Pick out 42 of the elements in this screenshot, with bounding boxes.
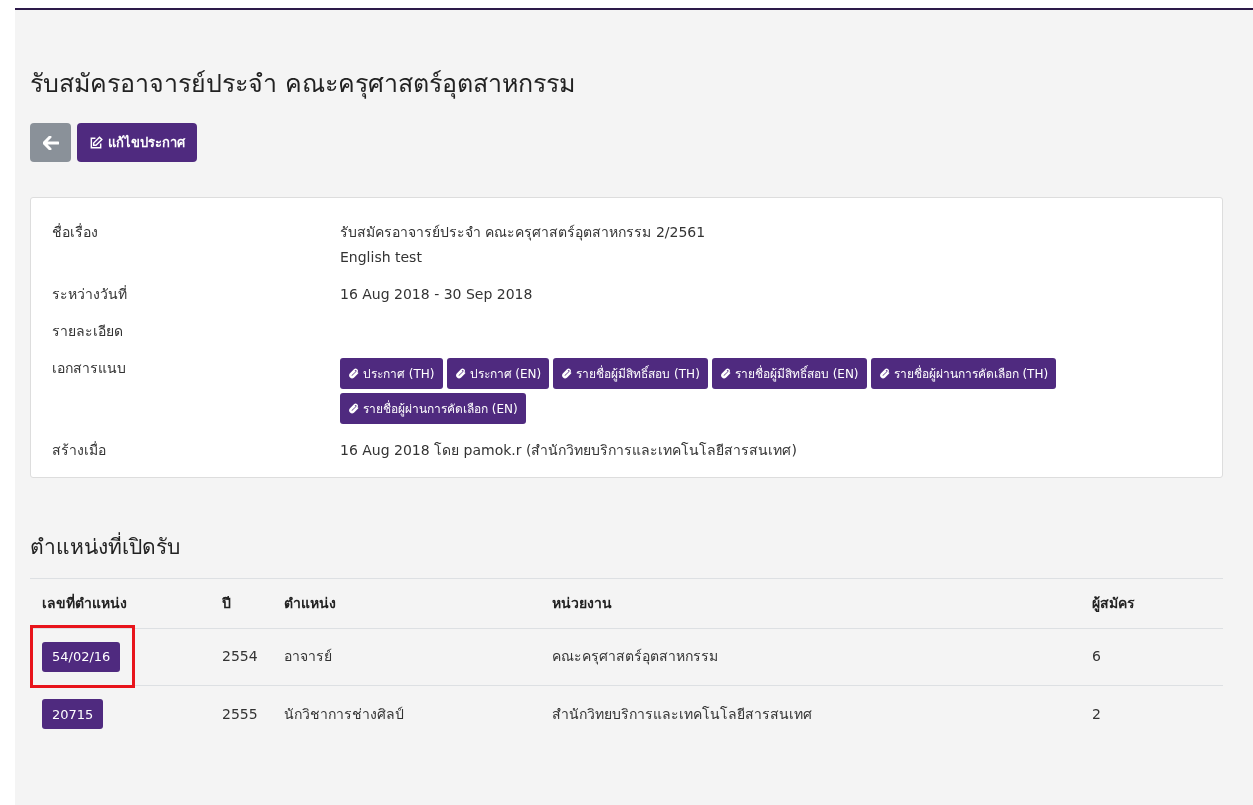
detail-value: 16 Aug 2018 - 30 Sep 2018 xyxy=(340,285,533,305)
detail-label: ชื่อเรื่อง xyxy=(52,222,99,243)
paperclip-icon xyxy=(454,368,466,380)
arrow-left-icon xyxy=(42,135,59,150)
column-header: หน่วยงาน xyxy=(552,594,612,611)
paperclip-icon xyxy=(561,368,573,380)
table-cell: สำนักวิทยบริการและเทคโนโลยีสารสนเทศ xyxy=(552,705,812,722)
paperclip-icon xyxy=(348,368,359,380)
position-number-button[interactable]: 20715 xyxy=(42,699,104,730)
edit-icon xyxy=(89,135,103,150)
attachment-link[interactable]: รายชื่อผู้ผ่านการคัดเลือก (EN) xyxy=(340,393,526,425)
detail-value: 16 Aug 2018 โดย pamok.r (สำนักวิทยบริการและเทคโนโลยีสารสนเทศ) xyxy=(340,441,797,461)
back-button[interactable] xyxy=(30,123,71,163)
column-header: ผู้สมัคร xyxy=(1092,594,1135,611)
table-cell: 2554 xyxy=(222,648,258,665)
table-cell: 2555 xyxy=(222,705,258,722)
table-cell: นักวิชาการช่างศิลป์ xyxy=(284,705,404,722)
detail-label: สร้างเมื่อ xyxy=(52,440,107,461)
detail-value: รับสมัครอาจารย์ประจำ คณะครุศาสตร์อุตสาหกรรม 2/2561 xyxy=(340,223,706,243)
attachment-link[interactable]: รายชื่อผู้มีสิทธิ์สอบ (EN) xyxy=(711,358,867,390)
table-cell: คณะครุศาสตร์อุตสาหกรรม xyxy=(552,648,718,665)
attachment-link[interactable]: รายชื่อผู้มีสิทธิ์สอบ (TH) xyxy=(553,358,708,390)
position-number-button[interactable]: 54/02/16 xyxy=(42,641,121,672)
attachment-link[interactable]: ประกาศ (EN) xyxy=(446,358,550,390)
detail-label: รายละเอียด xyxy=(52,322,124,342)
paperclip-icon xyxy=(348,403,359,415)
column-header: ตำแหน่ง xyxy=(284,594,336,611)
table-cell: 6 xyxy=(1092,648,1101,665)
table-cell: 2 xyxy=(1092,705,1101,722)
page-title: รับสมัครอาจารย์ประจำ คณะครุศาสตร์อุตสาหกรรม xyxy=(30,68,576,100)
attachment-link[interactable]: ประกาศ (TH) xyxy=(340,358,443,390)
detail-label: เอกสารแนบ xyxy=(52,359,127,379)
edit-announcement-button[interactable]: แก้ไขประกาศ xyxy=(77,123,197,163)
column-header: เลขที่ตำแหน่ง xyxy=(42,594,127,611)
paperclip-icon xyxy=(878,368,890,380)
detail-value: English test xyxy=(340,248,423,268)
column-header: ปี xyxy=(222,594,231,611)
table-cell: อาจารย์ xyxy=(284,648,332,665)
paperclip-icon xyxy=(719,368,731,380)
attachment-link[interactable]: รายชื่อผู้ผ่านการคัดเลือก (TH) xyxy=(870,358,1057,390)
section-heading: ตำแหน่งที่เปิดรับ xyxy=(30,532,1223,564)
detail-label: ระหว่างวันที่ xyxy=(52,284,128,305)
